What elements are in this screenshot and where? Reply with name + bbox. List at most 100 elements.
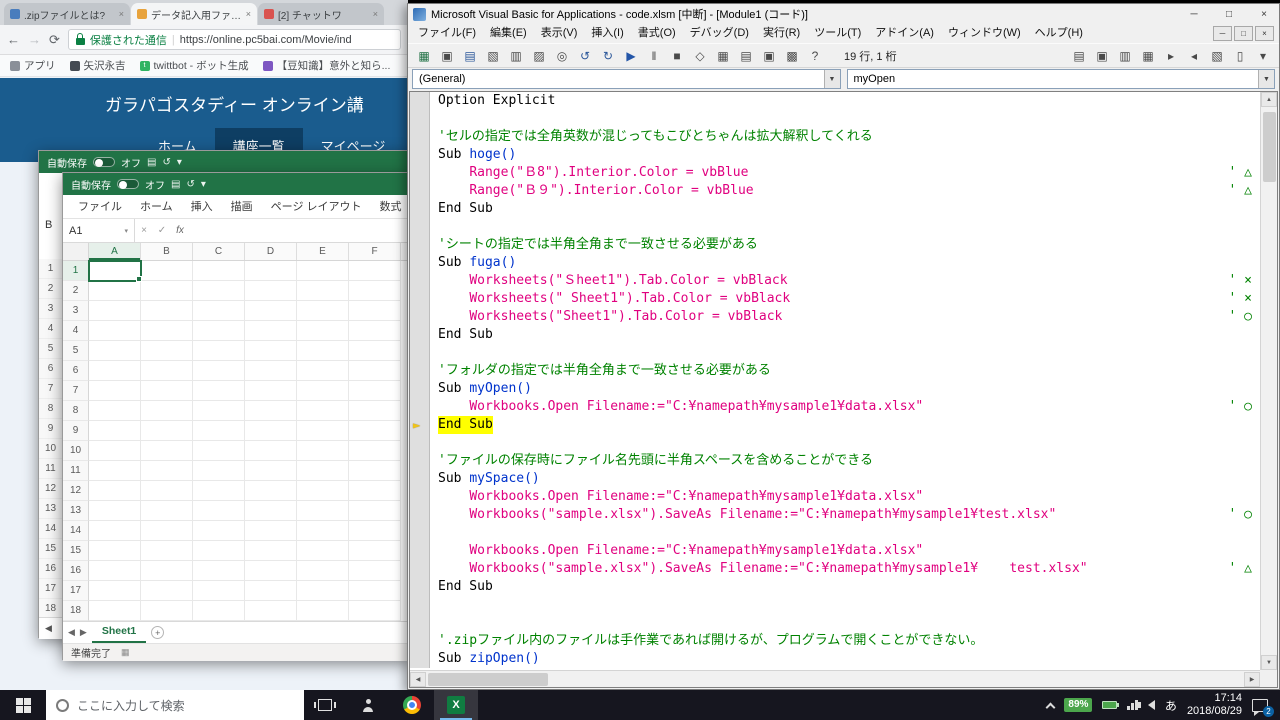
cell-C4[interactable] [193,321,245,341]
row-header[interactable]: 15 [63,541,89,561]
cell-C16[interactable] [193,561,245,581]
cell-D15[interactable] [245,541,297,561]
menu-item[interactable]: ツール(T) [807,24,868,43]
save-icon[interactable]: ▤ [171,179,180,190]
cell-F18[interactable] [349,601,401,621]
cut-icon[interactable]: ▧ [483,46,503,65]
cell-C9[interactable] [193,421,245,441]
autosave-toggle[interactable] [117,179,139,189]
macro-record-icon[interactable]: ▦ [121,647,130,658]
row-header[interactable]: 14 [63,521,89,541]
bookmark-item[interactable]: ttwittbot - ボット生成 [140,58,249,73]
column-header[interactable]: F [349,243,401,260]
row-header[interactable]: 5 [63,341,89,361]
cell-F1[interactable] [349,261,401,281]
cell-D17[interactable] [245,581,297,601]
break-icon[interactable]: ‖ [644,46,664,65]
taskbar-app-people[interactable] [346,690,390,720]
cell-B13[interactable] [141,501,193,521]
run-icon[interactable]: ▶ [621,46,641,65]
object-browser-icon[interactable]: ▣ [759,46,779,65]
cell-F12[interactable] [349,481,401,501]
tray-expand-icon[interactable] [1046,702,1056,712]
cell-B8[interactable] [141,401,193,421]
cell-F11[interactable] [349,461,401,481]
cell-E18[interactable] [297,601,349,621]
outdent-icon[interactable]: ◂ [1184,46,1204,65]
chevron-down-icon[interactable]: ▼ [1258,70,1274,88]
cell-A2[interactable] [89,281,141,301]
view-excel-icon[interactable]: ▦ [414,46,434,65]
list-properties-icon[interactable]: ▤ [1069,46,1089,65]
undo-icon[interactable]: ↺ [186,179,194,190]
name-box[interactable]: A1 ▾ [63,219,135,242]
cell-B9[interactable] [141,421,193,441]
cell-A12[interactable] [89,481,141,501]
speaker-icon[interactable] [1148,700,1155,710]
autosave-toggle[interactable] [93,157,115,167]
ribbon-tab[interactable]: ページ レイアウト [262,195,371,219]
code-line[interactable]: Sub fuga() [410,254,1260,272]
row-header[interactable]: 2 [63,281,89,301]
project-explorer-icon[interactable]: ▦ [713,46,733,65]
ime-indicator[interactable]: あ [1165,697,1177,714]
chevron-down-icon[interactable]: ▼ [824,70,840,88]
back-icon[interactable]: ← [7,32,20,47]
copy-icon[interactable]: ▥ [506,46,526,65]
insert-userform-icon[interactable]: ▣ [437,46,457,65]
toolbox-icon[interactable]: ▩ [782,46,802,65]
comment-block-icon[interactable]: ▧ [1207,46,1227,65]
taskbar-clock[interactable]: 17:14 2018/08/29 [1187,692,1242,718]
code-line[interactable]: 'シートの指定では半角全角まで一致させる必要がある [410,236,1260,254]
scroll-right-icon[interactable]: ▶ [1244,672,1260,687]
sheet-tab[interactable]: Sheet1 [92,622,146,643]
cell-E4[interactable] [297,321,349,341]
column-header[interactable]: A [89,243,141,260]
ribbon-tab[interactable]: ホーム [131,195,182,219]
row-header[interactable]: 10 [63,441,89,461]
cell-F15[interactable] [349,541,401,561]
row-header[interactable]: 16 [63,561,89,581]
cell-B16[interactable] [141,561,193,581]
cell-D5[interactable] [245,341,297,361]
excel-titlebar[interactable]: 自動保存 オフ ▤ ↺ ▾ [63,173,409,195]
child-restore-button[interactable]: □ [1234,26,1253,41]
cell-D6[interactable] [245,361,297,381]
add-sheet-icon[interactable]: + [151,626,164,639]
forward-icon[interactable]: → [28,32,41,47]
row-header[interactable]: 11 [63,461,89,481]
procedure-dropdown[interactable]: myOpen ▼ [847,69,1276,89]
code-line[interactable]: Worksheets("Sheet1").Tab.Color = vbBlack… [410,308,1260,326]
quick-info-icon[interactable]: ▣ [1092,46,1112,65]
code-line[interactable]: Workbooks.Open Filename:="C:¥namepath¥my… [410,488,1260,506]
bookmark-toggle-icon[interactable]: ▯ [1230,46,1250,65]
code-line[interactable] [410,110,1260,128]
cell-B12[interactable] [141,481,193,501]
cell-A8[interactable] [89,401,141,421]
code-line[interactable]: Option Explicit [410,92,1260,110]
cell-F5[interactable] [349,341,401,361]
cell-A14[interactable] [89,521,141,541]
row-header[interactable]: 6 [63,361,89,381]
close-button[interactable]: × [1249,5,1279,24]
object-dropdown[interactable]: (General) ▼ [412,69,841,89]
sheet-nav-right-icon[interactable]: ▶ [80,627,87,638]
browser-tab[interactable]: .zipファイルとは?× [4,3,130,25]
design-mode-icon[interactable]: ◇ [690,46,710,65]
row-header[interactable]: 12 [63,481,89,501]
cell-E10[interactable] [297,441,349,461]
minimize-button[interactable]: ─ [1179,5,1209,24]
task-view-button[interactable] [304,690,346,720]
cell-E2[interactable] [297,281,349,301]
cell-D2[interactable] [245,281,297,301]
code-line[interactable] [410,614,1260,632]
cell-E3[interactable] [297,301,349,321]
browser-tab[interactable]: データ記入用ファイルを配布× [131,3,257,25]
cell-C5[interactable] [193,341,245,361]
parameter-info-icon[interactable]: ▥ [1115,46,1135,65]
cell-E8[interactable] [297,401,349,421]
tab-close-icon[interactable]: × [246,9,251,19]
cell-A11[interactable] [89,461,141,481]
menu-item[interactable]: ファイル(F) [411,24,483,43]
code-line[interactable]: Workbooks.Open Filename:="C:¥namepath¥my… [410,542,1260,560]
